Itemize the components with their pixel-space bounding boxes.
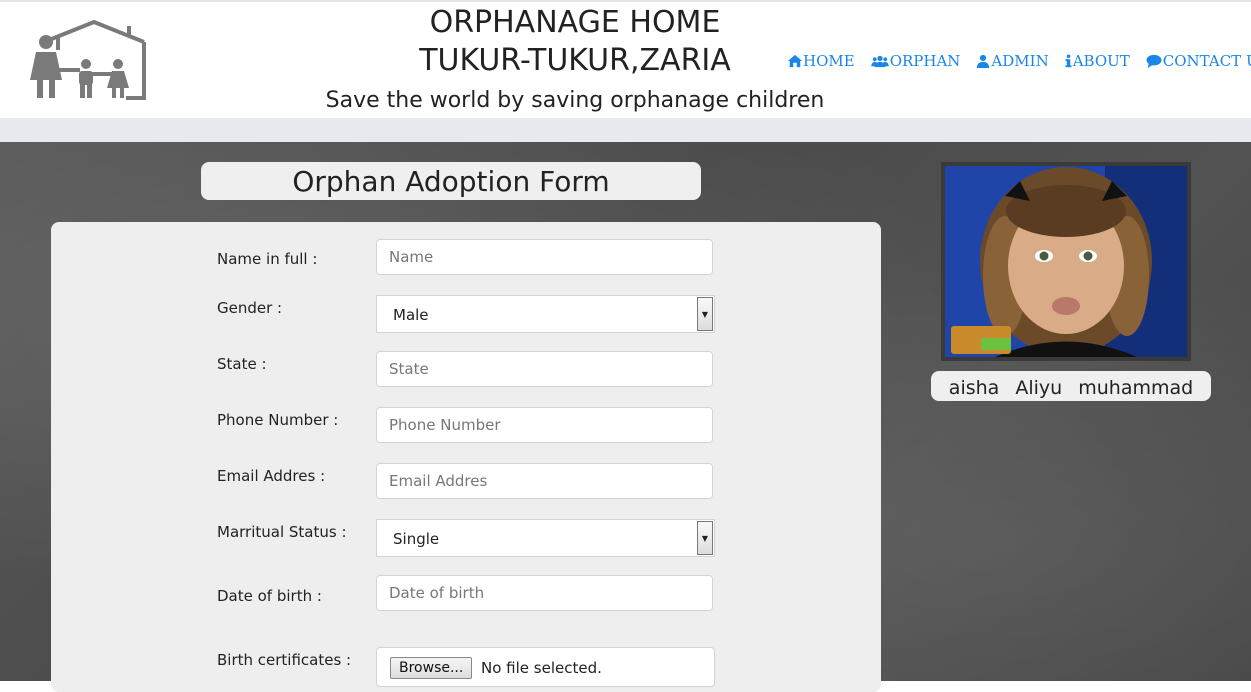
marital-status-label: Marritual Status : [217, 523, 347, 541]
phone-label: Phone Number : [217, 411, 339, 429]
main-content: Orphan Adoption Form Name in full : Gend… [0, 142, 1251, 692]
site-title: ORPHANAGE HOME TUKUR-TUKUR,ZARIA [360, 4, 790, 80]
nav-admin[interactable]: ADMIN [976, 52, 1049, 70]
adoption-form: Name in full : Gender : Male ▼ State : P… [51, 222, 881, 692]
site-title-line-2: TUKUR-TUKUR,ZARIA [419, 43, 731, 78]
nav-about-label: ABOUT [1072, 52, 1130, 70]
nav-about[interactable]: ABOUT [1065, 52, 1130, 70]
comment-icon [1146, 54, 1162, 68]
name-input[interactable] [376, 239, 713, 275]
marital-status-select[interactable]: Single ▼ [376, 519, 715, 557]
birth-certificate-file-input: Browse... No file selected. [376, 647, 715, 687]
phone-input[interactable] [376, 407, 713, 443]
info-icon [1065, 54, 1072, 68]
name-label: Name in full : [217, 250, 318, 268]
nav-orphan-label: ORPHAN [889, 52, 961, 70]
header-divider-band [0, 118, 1251, 142]
nav-home[interactable]: HOME [788, 52, 855, 70]
chevron-down-icon[interactable]: ▼ [697, 297, 713, 331]
nav-contact-us[interactable]: CONTACT US [1146, 52, 1251, 70]
browse-button[interactable]: Browse... [390, 657, 473, 679]
family-house-icon [30, 20, 146, 100]
orphan-photo [941, 162, 1191, 361]
chevron-down-icon[interactable]: ▼ [697, 521, 713, 555]
nav-admin-label: ADMIN [991, 52, 1049, 70]
nav-orphan[interactable]: ORPHAN [870, 52, 961, 70]
marital-status-select-value: Single [393, 530, 440, 548]
nav-home-label: HOME [803, 52, 855, 70]
state-input[interactable] [376, 351, 713, 387]
state-label: State : [217, 355, 267, 373]
email-label: Email Addres : [217, 467, 326, 485]
form-title: Orphan Adoption Form [201, 162, 701, 200]
child-portrait-image [945, 166, 1187, 357]
email-input[interactable] [376, 463, 713, 499]
site-tagline: Save the world by saving orphanage child… [325, 88, 825, 113]
gender-select[interactable]: Male ▼ [376, 295, 715, 333]
dob-label: Date of birth : [217, 587, 322, 605]
users-icon [870, 55, 889, 68]
user-icon [977, 54, 990, 68]
orphan-name-label: aisha Aliyu muhammad [931, 371, 1211, 401]
home-icon [788, 54, 802, 68]
gender-select-value: Male [393, 306, 429, 324]
file-status-text: No file selected. [481, 659, 602, 677]
birth-certificate-label: Birth certificates : [217, 651, 352, 669]
main-nav: HOME ORPHAN ADMIN ABOUT CONTACT US [788, 52, 1251, 70]
site-title-line-1: ORPHANAGE HOME [429, 5, 721, 40]
nav-contact-us-label: CONTACT US [1162, 52, 1251, 70]
site-header: ORPHANAGE HOME TUKUR-TUKUR,ZARIA Save th… [0, 2, 1251, 118]
dob-input[interactable] [376, 575, 713, 611]
gender-label: Gender : [217, 299, 283, 317]
